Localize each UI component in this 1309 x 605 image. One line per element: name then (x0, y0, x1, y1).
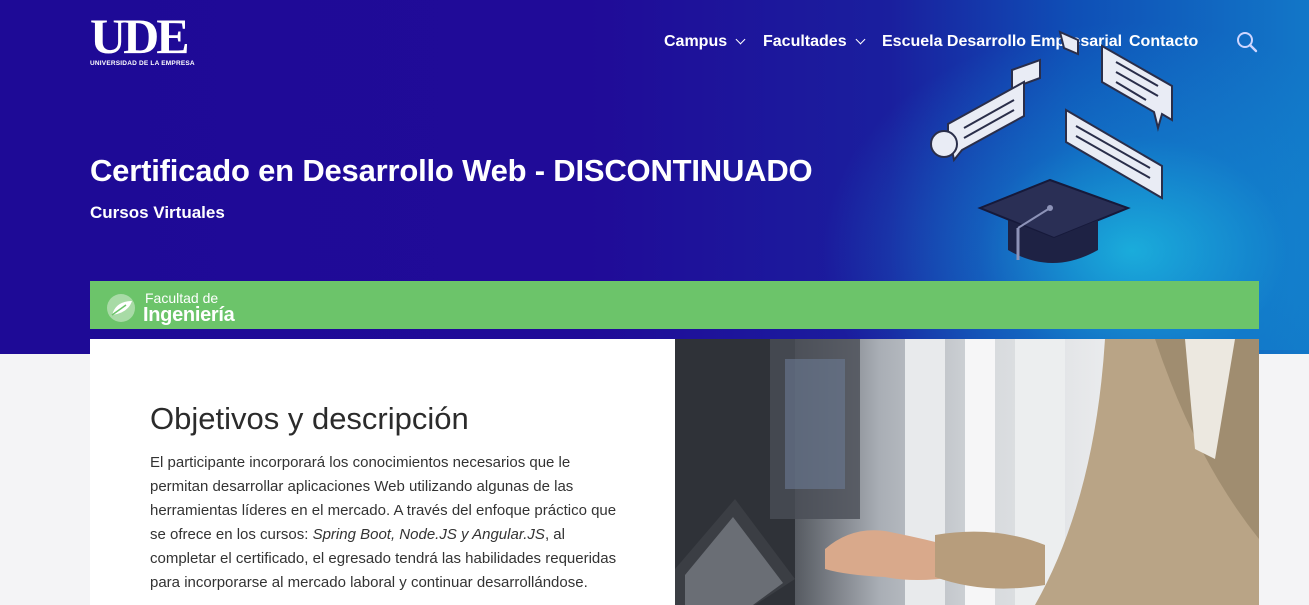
desc-italic: Spring Boot, Node.JS y Angular.JS (312, 526, 545, 543)
chevron-down-icon (855, 34, 866, 45)
leaf-icon (106, 293, 136, 323)
nav-campus-label: Campus (664, 33, 728, 50)
ude-logo[interactable]: UDE UNIVERSIDAD DE LA EMPRESA (90, 8, 195, 70)
search-icon[interactable] (1236, 31, 1258, 53)
graduation-cap-illustration (920, 28, 1190, 273)
nav-campus[interactable]: Campus (664, 30, 746, 54)
chevron-down-icon (735, 34, 746, 45)
logo-subtitle: UNIVERSIDAD DE LA EMPRESA (90, 60, 195, 67)
faculty-label-name: Ingeniería (143, 304, 235, 326)
course-photo (675, 339, 1259, 605)
nav-facultades[interactable]: Facultades (763, 30, 866, 54)
faculty-banner[interactable]: Facultad de Ingeniería (90, 281, 1259, 329)
objectives-card: Objetivos y descripción El participante … (90, 339, 675, 605)
nav-facultades-label: Facultades (763, 33, 847, 50)
logo-mark: UDE (90, 8, 190, 64)
page-subtitle: Cursos Virtuales (90, 203, 225, 222)
page-title: Certificado en Desarrollo Web - DISCONTI… (90, 153, 813, 188)
section-heading: Objetivos y descripción (150, 401, 469, 436)
section-description: El participante incorporará los conocimi… (150, 451, 620, 595)
faculty-label-top: Facultad de (145, 290, 219, 306)
